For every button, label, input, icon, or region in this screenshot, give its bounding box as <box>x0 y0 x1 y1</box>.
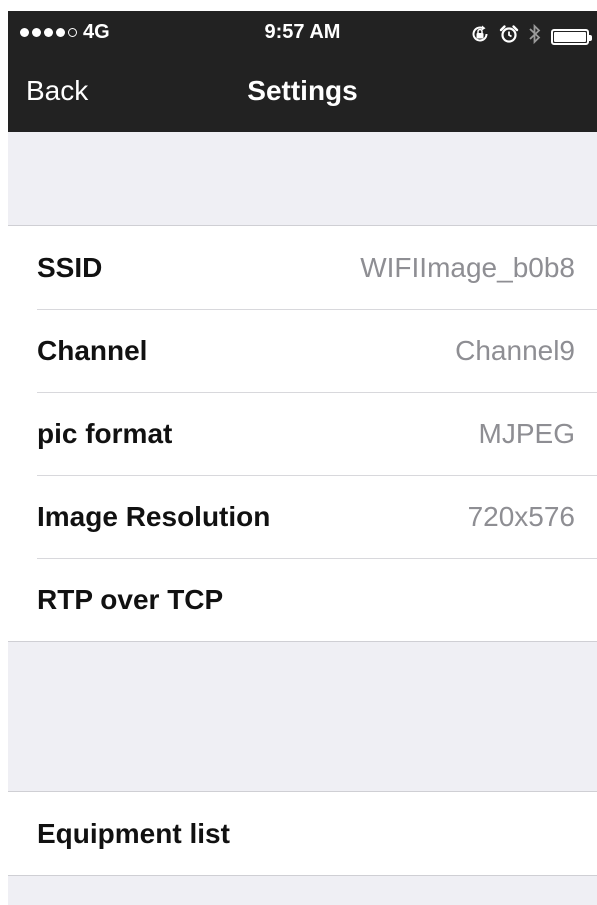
equipment-list-label: Equipment list <box>37 817 230 849</box>
settings-row-pic-format[interactable]: pic format MJPEG <box>8 392 597 475</box>
page-title: Settings <box>247 75 358 106</box>
rotation-lock-icon <box>470 24 490 49</box>
setting-value: WIFIImage_b0b8 <box>360 251 575 283</box>
setting-label: Channel <box>37 334 148 366</box>
battery-icon <box>551 28 592 45</box>
equipment-group: Equipment list <box>8 791 597 876</box>
settings-row-rtp-over-tcp[interactable]: RTP over TCP <box>8 558 597 641</box>
setting-label: SSID <box>37 251 103 283</box>
alarm-icon <box>499 24 519 49</box>
settings-row-channel[interactable]: Channel Channel9 <box>8 309 597 392</box>
equipment-list-row[interactable]: Equipment list <box>8 792 597 875</box>
setting-value: Channel9 <box>455 334 575 366</box>
status-bar: 4G 9:57 AM <box>8 11 597 55</box>
setting-value: MJPEG <box>478 417 575 449</box>
settings-row-image-resolution[interactable]: Image Resolution 720x576 <box>8 475 597 558</box>
setting-label: pic format <box>37 417 173 449</box>
setting-label: Image Resolution <box>37 500 271 532</box>
settings-row-ssid[interactable]: SSID WIFIImage_b0b8 <box>8 226 597 309</box>
nav-bar: Back Settings <box>8 71 597 111</box>
setting-label: RTP over TCP <box>37 583 224 615</box>
settings-group: SSID WIFIImage_b0b8 Channel Channel9 pic… <box>8 225 597 642</box>
top-bar: 4G 9:57 AM Back Settings <box>8 11 597 132</box>
status-icons <box>470 23 592 50</box>
settings-screen: 4G 9:57 AM Back Settings SSID WIFIImage_… <box>8 11 597 905</box>
bluetooth-icon <box>528 23 542 50</box>
setting-value: 720x576 <box>467 500 575 532</box>
